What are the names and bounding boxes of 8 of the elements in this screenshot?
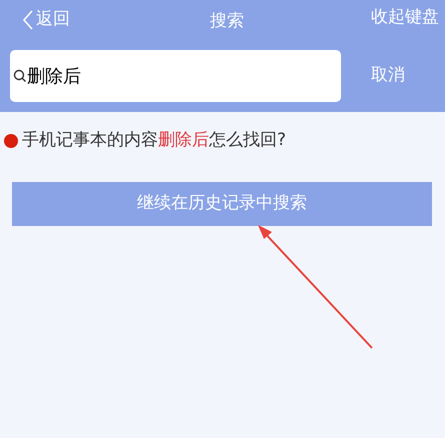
back-button[interactable]: 返回 [22, 7, 70, 33]
cancel-button[interactable]: 取消 [341, 63, 435, 89]
history-search-button[interactable]: 继续在历史记录中搜索 [12, 182, 432, 226]
hide-keyboard-button[interactable]: 收起键盘 [371, 5, 439, 31]
search-field[interactable]: 删除后 [10, 50, 341, 102]
chevron-left-icon [22, 10, 34, 30]
suggestion-text[interactable]: 手机记事本的内容删除后怎么找回? [22, 128, 286, 154]
page-title: 搜索 [210, 10, 244, 33]
